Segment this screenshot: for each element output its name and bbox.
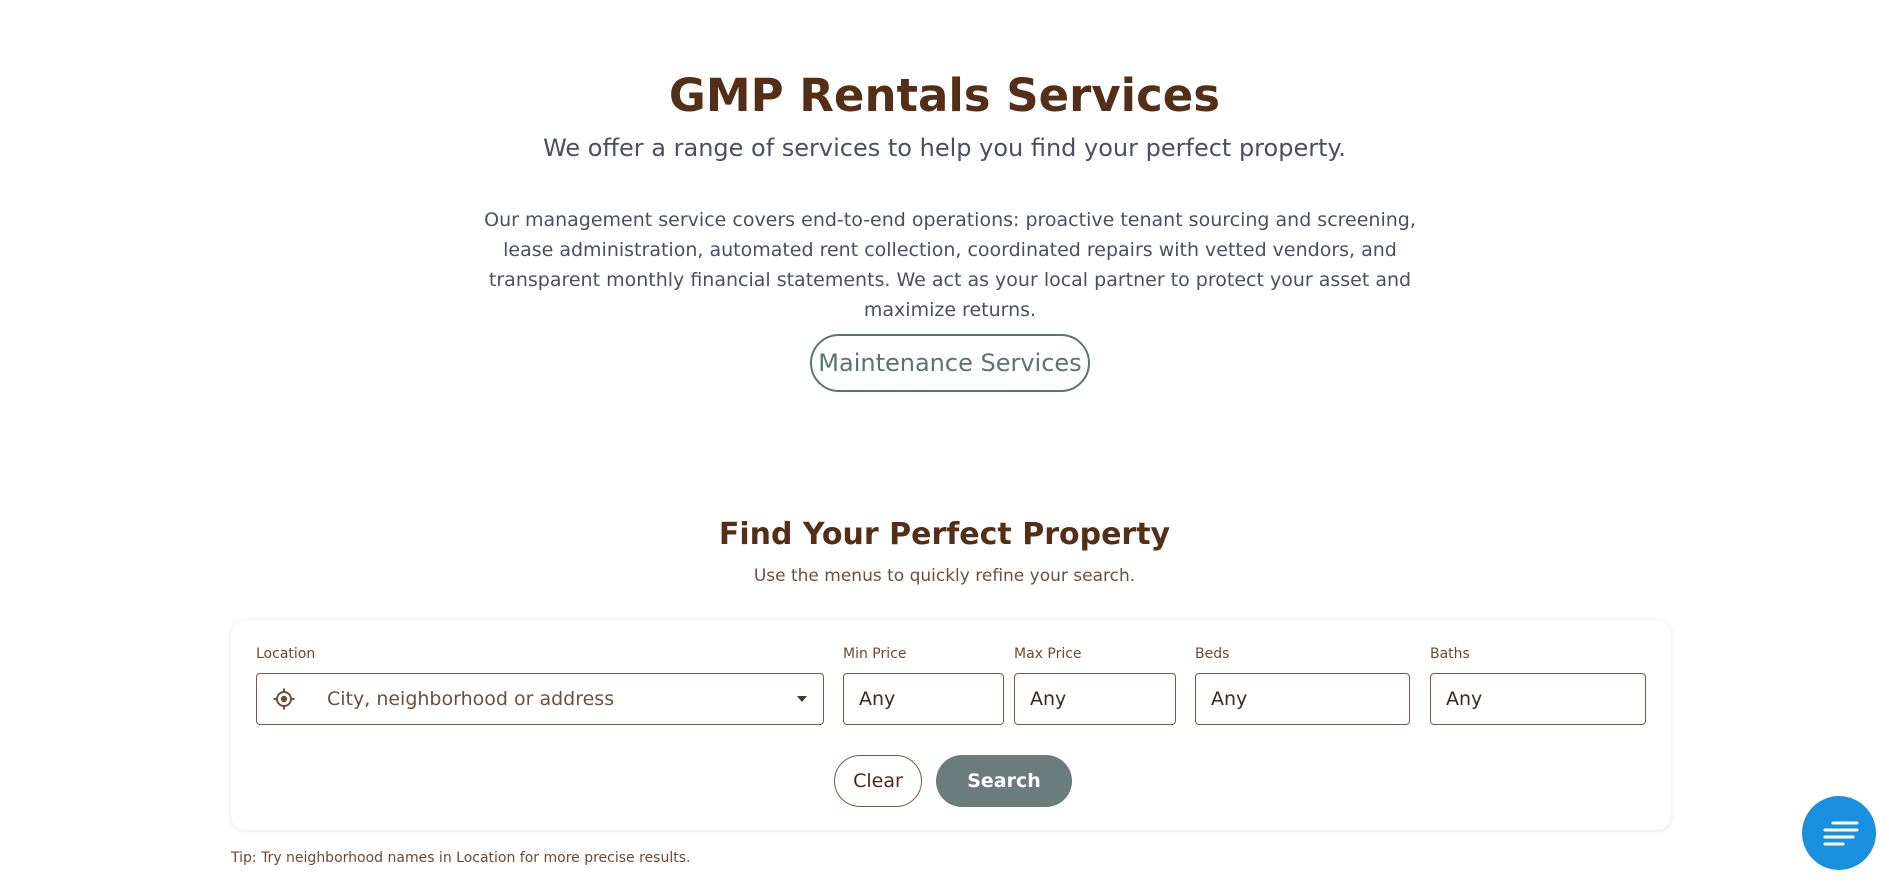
min-price-field[interactable]	[843, 673, 1004, 725]
beds-label: Beds	[1195, 646, 1230, 662]
search-section-title: Find Your Perfect Property	[718, 517, 1171, 552]
max-price-label: Max Price	[1014, 646, 1082, 662]
search-tip: Tip: Try neighborhood names in Location …	[231, 850, 691, 866]
baths-label: Baths	[1430, 646, 1470, 662]
beds-input[interactable]	[1211, 674, 1401, 724]
search-section-subtitle: Use the menus to quickly refine your sea…	[753, 566, 1136, 586]
location-label: Location	[256, 646, 316, 662]
location-field[interactable]	[256, 673, 824, 725]
page: GMP Rentals Services We offer a range of…	[0, 0, 1889, 886]
hero-subtitle: We offer a range of services to help you…	[543, 134, 1346, 162]
baths-input[interactable]	[1446, 674, 1636, 724]
baths-field[interactable]	[1430, 673, 1646, 725]
locate-icon[interactable]	[273, 688, 295, 710]
min-price-label: Min Price	[843, 646, 907, 662]
min-price-input[interactable]	[859, 674, 999, 724]
search-button[interactable]: Search	[936, 755, 1072, 807]
max-price-field[interactable]	[1014, 673, 1176, 725]
location-input[interactable]	[327, 674, 767, 724]
search-card: Location Min Price Max Price Beds	[231, 620, 1671, 830]
chat-button[interactable]	[1802, 796, 1876, 870]
max-price-input[interactable]	[1030, 674, 1170, 724]
hero-description: Our management service covers end-to-end…	[484, 209, 1416, 321]
menu-lines-icon	[1823, 821, 1859, 846]
chevron-down-icon[interactable]	[797, 696, 807, 702]
clear-button[interactable]: Clear	[834, 755, 922, 807]
beds-field[interactable]	[1195, 673, 1410, 725]
page-title: GMP Rentals Services	[668, 69, 1221, 122]
maintenance-services-button[interactable]: Maintenance Services	[810, 334, 1090, 392]
